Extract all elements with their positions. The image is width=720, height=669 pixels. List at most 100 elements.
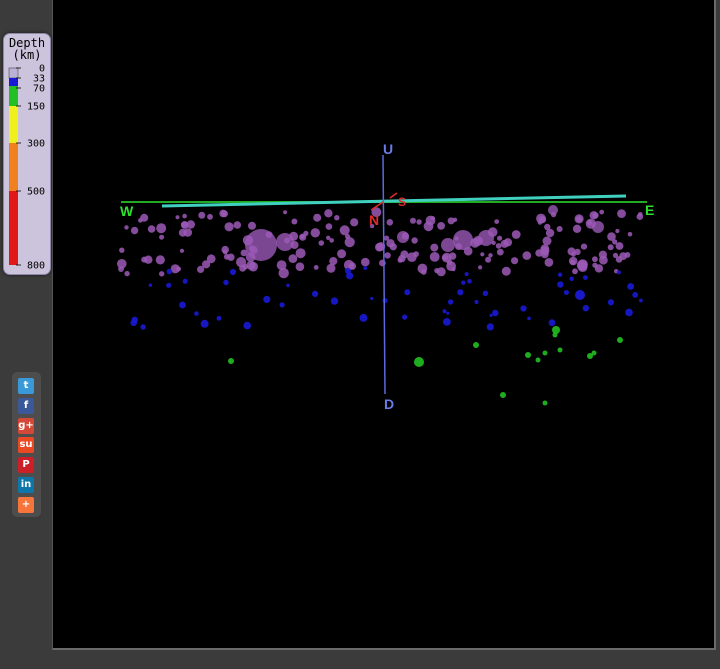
quake-point — [295, 248, 306, 259]
earthquake-points — [117, 205, 644, 406]
down-label: D — [384, 396, 394, 412]
quake-point — [488, 253, 493, 258]
quake-point — [464, 272, 469, 277]
quake-point — [452, 217, 458, 222]
quake-point — [535, 357, 541, 363]
east-label: E — [645, 202, 654, 218]
quake-point — [436, 267, 446, 277]
quake-point — [350, 218, 359, 227]
legend-tick-label: 300 — [27, 139, 45, 150]
quake-point — [156, 223, 167, 234]
quake-point — [420, 269, 427, 275]
quake-point — [223, 279, 229, 286]
quake-point — [542, 236, 552, 246]
quake-point — [375, 242, 384, 252]
quake-point — [592, 256, 598, 263]
up-down-axis — [382, 154, 386, 395]
quake-point — [276, 260, 287, 270]
legend-tick-label: 70 — [33, 84, 45, 95]
quake-point — [577, 259, 588, 270]
quake-point — [625, 308, 633, 317]
quake-point — [325, 223, 333, 230]
quake-point — [345, 233, 351, 240]
quake-point — [570, 259, 576, 266]
quake-point — [198, 211, 206, 219]
quake-point — [496, 248, 504, 256]
quake-point — [245, 229, 277, 261]
quake-point — [324, 209, 333, 218]
add-more-icon[interactable]: + — [18, 496, 34, 513]
quake-point — [612, 252, 619, 258]
quake-point — [607, 244, 614, 251]
quake-point — [382, 298, 388, 304]
quake-point — [552, 332, 558, 338]
quake-point — [166, 268, 173, 275]
quake-point — [182, 278, 188, 284]
quake-point — [276, 233, 294, 251]
quake-point — [572, 224, 582, 233]
quake-point — [181, 221, 188, 229]
quake-point — [283, 210, 288, 215]
linkedin-icon[interactable]: in — [18, 477, 34, 493]
quake-point — [216, 315, 222, 321]
south-label: S — [398, 195, 406, 209]
quake-point — [548, 205, 558, 215]
quake-point — [386, 219, 394, 226]
social-share-bar: t f g+ su Pin + — [12, 372, 41, 517]
quake-point — [413, 251, 419, 257]
quake-point — [478, 230, 494, 246]
google-plus-icon[interactable]: g+ — [18, 417, 34, 434]
facebook-icon[interactable]: f — [18, 397, 34, 414]
quake-point — [200, 319, 209, 328]
quake-point — [194, 311, 199, 316]
quake-point — [617, 337, 623, 343]
quake-point — [482, 290, 489, 296]
quake-point — [575, 290, 585, 300]
quake-point — [632, 292, 639, 298]
quake-point — [334, 215, 340, 221]
quake-point — [616, 270, 621, 275]
quake-point — [592, 221, 604, 233]
quake-point — [582, 305, 589, 312]
quake-point — [615, 242, 624, 250]
quake-point — [178, 228, 187, 237]
quake-point — [627, 283, 635, 290]
quake-point — [179, 248, 185, 253]
quake-point — [522, 251, 532, 260]
quake-point — [416, 219, 422, 225]
quake-point — [202, 260, 211, 269]
twitter-icon[interactable]: t — [18, 378, 34, 394]
quake-point — [379, 259, 386, 267]
quake-point — [430, 243, 439, 252]
quake-point — [148, 283, 153, 287]
quake-point — [591, 350, 597, 356]
pinterest-icon[interactable]: P — [18, 457, 34, 474]
quake-point — [339, 225, 350, 236]
quake-point — [485, 256, 492, 263]
quake-point — [544, 258, 554, 267]
quake-point — [228, 358, 234, 364]
quake-point — [159, 234, 165, 240]
3d-quake-viewport[interactable]: W E N S U D — [52, 0, 716, 650]
quake-point — [489, 313, 493, 317]
quake-point — [447, 299, 454, 305]
quake-point — [557, 272, 563, 277]
quake-point — [569, 276, 574, 282]
quake-point — [326, 263, 336, 273]
quake-point — [540, 250, 549, 259]
quake-scene[interactable]: W E N S U D — [53, 0, 714, 648]
quake-point — [411, 237, 418, 244]
quake-point — [627, 231, 633, 237]
quake-point — [548, 319, 556, 327]
quake-point — [443, 318, 451, 326]
quake-point — [279, 302, 285, 308]
quake-point — [500, 239, 509, 248]
quake-point — [480, 252, 485, 257]
quake-point — [453, 230, 473, 250]
quake-point — [527, 316, 531, 321]
quake-point — [457, 289, 464, 296]
quake-point — [179, 301, 186, 309]
quake-point — [140, 324, 146, 330]
stumbleupon-icon[interactable]: su — [18, 437, 34, 454]
quake-point — [442, 309, 447, 314]
